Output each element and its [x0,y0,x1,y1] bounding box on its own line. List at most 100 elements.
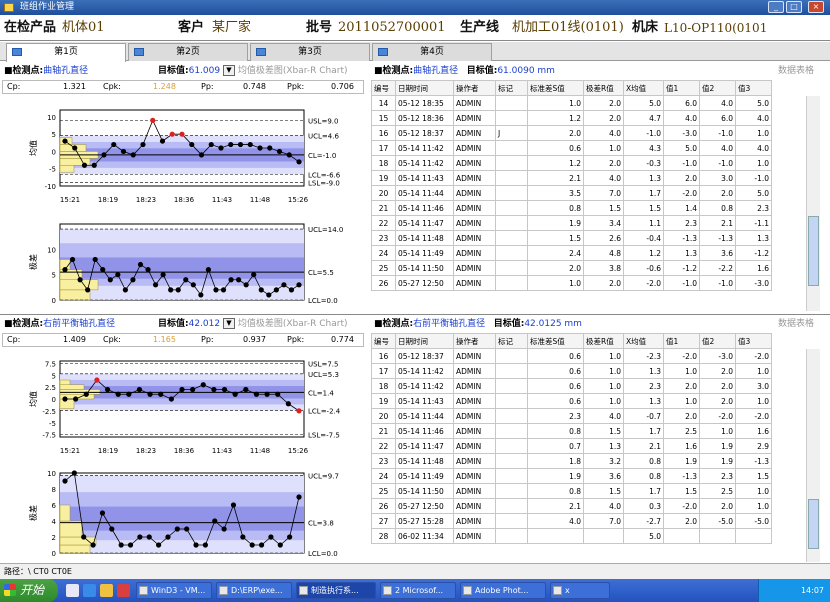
chart-type-dropdown[interactable]: ▼ [222,65,235,76]
table-cell: -1.3 [735,453,772,469]
column-header[interactable]: 标准差S值 [527,80,584,96]
column-header[interactable]: 操作者 [453,80,496,96]
column-header[interactable]: 值3 [735,333,772,349]
taskbar-item[interactable]: Adobe Phot... [460,582,546,599]
table-cell: 05-12 18:37 [395,348,454,364]
table-row[interactable]: 17 05-14 11:42 ADMIN 0.6 1.0 1.3 1.0 2.0 1.0 [371,363,772,379]
column-header[interactable]: X均值 [623,80,664,96]
scroll-thumb[interactable] [808,499,819,549]
table-row[interactable]: 25 05-14 11:50 ADMIN 2.0 3.8 -0.6 -1.2 -2.2 1.6 [371,260,772,276]
column-header[interactable]: 编号 [371,333,396,349]
data-table-link[interactable]: 数据表格 [778,64,814,78]
table-row[interactable]: 15 05-12 18:36 ADMIN 1.2 2.0 4.7 4.0 6.0 4.0 [371,110,772,126]
column-header[interactable]: 值2 [699,333,736,349]
table-row[interactable]: 19 05-14 11:43 ADMIN 2.1 4.0 1.3 2.0 3.0 -1.0 [371,170,772,186]
table-row[interactable]: 19 05-14 11:43 ADMIN 0.6 1.0 1.3 1.0 2.0 1.0 [371,393,772,409]
table-cell: 1.1 [623,215,664,231]
table-cell: 1.9 [527,215,584,231]
column-header[interactable]: 标记 [495,80,528,96]
tab-page-2[interactable]: 第2页 [128,43,248,61]
table-row[interactable]: 22 05-14 11:47 ADMIN 1.9 3.4 1.1 2.3 2.1 -1.1 [371,215,772,231]
data-table-link[interactable]: 数据表格 [778,317,814,331]
table-cell: ADMIN [453,215,496,231]
table-cell [495,140,528,156]
table-row[interactable]: 16 05-12 18:37 ADMIN J 2.0 4.0 -1.0 -3.0 -1.0 1.0 [371,125,772,141]
table-cell: -1.3 [663,468,700,484]
column-header[interactable]: 值1 [663,333,700,349]
table-row[interactable]: 28 06-02 11:34 ADMIN 5.0 [371,528,772,544]
column-header[interactable]: 标记 [495,333,528,349]
control-limit-label: UCL=5.3 [308,371,339,379]
control-limit-label: LCL=-2.4 [308,407,341,415]
column-header[interactable]: 编号 [371,80,396,96]
panel2-data-table: 编号 日期时间 操作者 标记 标准差S值 极差R值 X均值 值1 值2 值3 16 05-12 18:… [371,333,772,544]
data-point [277,542,283,548]
table-row[interactable]: 25 05-14 11:50 ADMIN 0.8 1.5 1.7 1.5 2.5 1.0 [371,483,772,499]
data-point [251,272,257,278]
data-point [107,277,113,283]
chart-type-select[interactable]: 均值极差图(Xbar-R Chart) [238,319,348,329]
table-row[interactable]: 18 05-14 11:42 ADMIN 0.6 1.0 2.3 2.0 2.0 3.0 [371,378,772,394]
column-header[interactable]: X均值 [623,333,664,349]
table-row[interactable]: 27 05-27 15:28 ADMIN 4.0 7.0 -2.7 2.0 -5.0 -5.0 [371,513,772,529]
table-row[interactable]: 23 05-14 11:48 ADMIN 1.5 2.6 -0.4 -1.3 -1.3 1.3 [371,230,772,246]
y-axis-label: 极差 [28,505,38,521]
page-icon [256,48,266,56]
data-point [175,287,181,293]
table-cell [495,498,528,514]
column-header[interactable]: 值2 [699,80,736,96]
folder-icon[interactable] [100,584,113,597]
chart-type-dropdown[interactable]: ▼ [222,318,235,329]
tab-page-1[interactable]: 第1页 [6,43,126,62]
tab-page-3[interactable]: 第3页 [250,43,370,61]
taskbar-item[interactable]: x [550,582,610,599]
table-row[interactable]: 23 05-14 11:48 ADMIN 1.8 3.2 0.8 1.9 1.9 -1.3 [371,453,772,469]
table-cell [527,528,584,544]
taskbar-item[interactable]: D:\ERP\exe... [216,582,292,599]
table-row[interactable]: 24 05-14 11:49 ADMIN 1.9 3.6 0.8 -1.3 2.3 1.5 [371,468,772,484]
browser-icon[interactable] [83,584,96,597]
table-row[interactable]: 26 05-27 12:50 ADMIN 1.0 2.0 -2.0 -1.0 -1.0 -3.0 [371,275,772,291]
table-row[interactable]: 20 05-14 11:44 ADMIN 2.3 4.0 -0.7 2.0 -2.0 -2.0 [371,408,772,424]
chart-type-select[interactable]: 均值极差图(Xbar-R Chart) [238,66,348,76]
table-row[interactable]: 26 05-27 12:50 ADMIN 2.1 4.0 0.3 -2.0 2.0 1.0 [371,498,772,514]
start-button[interactable]: 开始 [0,579,58,602]
table-row[interactable]: 20 05-14 11:44 ADMIN 3.5 7.0 1.7 -2.0 2.0 5.0 [371,185,772,201]
column-header[interactable]: 极差R值 [583,333,624,349]
close-button[interactable]: × [808,1,824,13]
table2-scrollbar[interactable] [806,349,820,562]
table-row[interactable]: 17 05-14 11:42 ADMIN 0.6 1.0 4.3 5.0 4.0 4.0 [371,140,772,156]
panel1-capability-row: Cp: 1.321 Cpk: 1.248 Pp: 0.748 Ppk: 0.70… [2,80,364,94]
column-header[interactable]: 操作者 [453,333,496,349]
taskbar-item[interactable]: WinD3 - VM... [136,582,212,599]
minimize-button[interactable]: _ [768,1,784,13]
taskbar-item[interactable]: 2 Microsof... [380,582,456,599]
table-cell: 1.0 [735,363,772,379]
x-tick-label: 18:19 [98,196,118,204]
column-header[interactable]: 值1 [663,80,700,96]
table-row[interactable]: 21 05-14 11:46 ADMIN 0.8 1.5 1.5 1.4 0.8 2.3 [371,200,772,216]
taskbar-item-active[interactable]: 制造执行系... [296,582,376,599]
desktop-icon[interactable] [66,584,79,597]
table-row[interactable]: 22 05-14 11:47 ADMIN 0.7 1.3 2.1 1.6 1.9 2.9 [371,438,772,454]
column-header[interactable]: 标准差S值 [527,333,584,349]
table-cell: 4.0 [527,513,584,529]
table-cell: ADMIN [453,423,496,439]
table1-scrollbar[interactable] [806,96,820,311]
table-row[interactable]: 14 05-12 18:35 ADMIN 1.0 2.0 5.0 6.0 4.0 5.0 [371,95,772,111]
app-icon[interactable] [117,584,130,597]
table-row[interactable]: 24 05-14 11:49 ADMIN 2.4 4.8 1.2 1.3 3.6 -1.2 [371,245,772,261]
column-header[interactable]: 值3 [735,80,772,96]
table-row[interactable]: 18 05-14 11:42 ADMIN 1.2 2.0 -0.3 -1.0 -1.0 1.0 [371,155,772,171]
table-cell: -1.0 [735,170,772,186]
scroll-thumb[interactable] [808,216,819,286]
maximize-button[interactable]: □ [786,1,802,13]
table-cell: 2.1 [527,170,584,186]
column-header[interactable]: 极差R值 [583,80,624,96]
table-cell: -2.2 [699,260,736,276]
column-header[interactable]: 日期时间 [395,80,454,96]
table-row[interactable]: 16 05-12 18:37 ADMIN 0.6 1.0 -2.3 -2.0 -3.0 -2.0 [371,348,772,364]
table-row[interactable]: 21 05-14 11:46 ADMIN 0.8 1.5 1.7 2.5 1.0 1.6 [371,423,772,439]
column-header[interactable]: 日期时间 [395,333,454,349]
tab-page-4[interactable]: 第4页 [372,43,492,61]
